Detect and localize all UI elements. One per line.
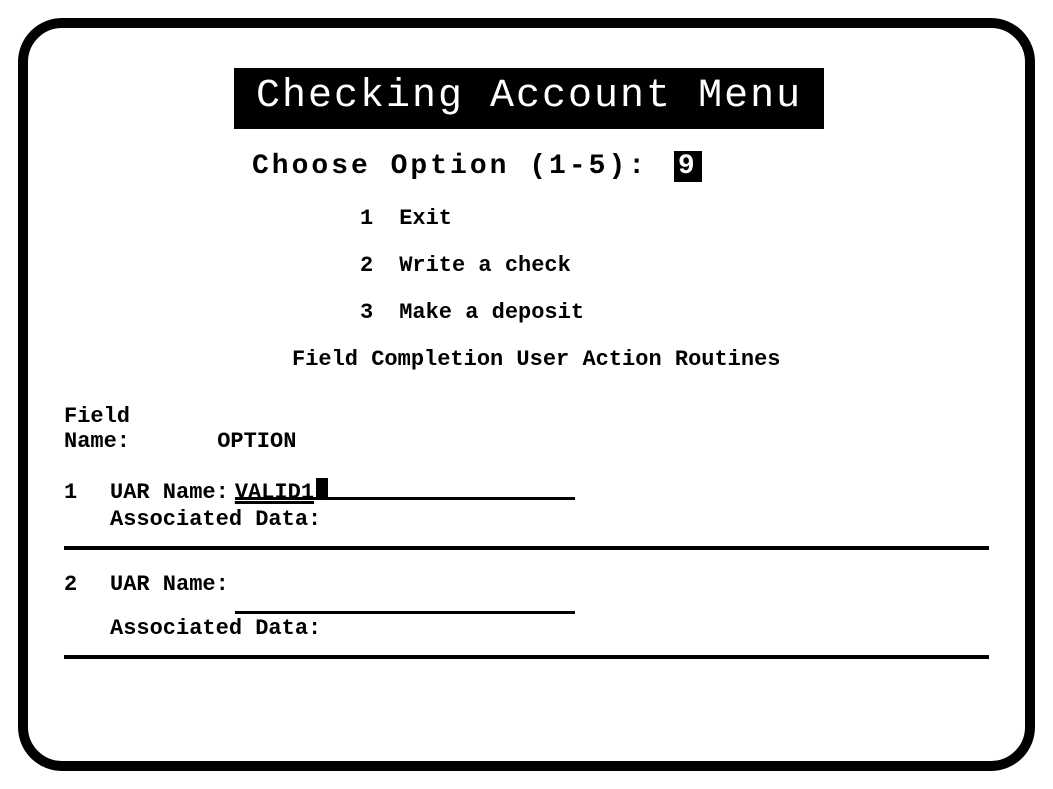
option-prompt-label: Choose Option (1-5): <box>252 151 648 182</box>
option-prompt: Choose Option (1-5): 9 <box>252 151 989 182</box>
option-input[interactable]: 9 <box>674 151 702 182</box>
menu-list: 1 Exit 2 Write a check 3 Make a deposit <box>360 206 989 325</box>
text-cursor-icon <box>316 478 328 500</box>
terminal-frame: Checking Account Menu Choose Option (1-5… <box>18 18 1035 771</box>
menu-item-number: 1 <box>360 206 386 231</box>
menu-item-label: Exit <box>399 206 452 231</box>
uar-name-input-1[interactable]: VALID1 <box>235 476 575 500</box>
uar-index: 2 <box>64 572 110 597</box>
uar-index: 1 <box>64 480 110 505</box>
divider <box>64 655 989 659</box>
field-name-row: Field Name: OPTION <box>64 404 989 454</box>
associated-data-label: Associated Data: <box>110 616 321 641</box>
menu-item-exit[interactable]: 1 Exit <box>360 206 989 231</box>
menu-item-make-deposit[interactable]: 3 Make a deposit <box>360 300 989 325</box>
uar-name-value: VALID1 <box>235 480 314 505</box>
field-name-value: OPTION <box>217 429 296 454</box>
menu-item-write-check[interactable]: 2 Write a check <box>360 253 989 278</box>
menu-item-number: 3 <box>360 300 386 325</box>
associated-data-label: Associated Data: <box>110 507 321 532</box>
menu-item-number: 2 <box>360 253 386 278</box>
section-title: Field Completion User Action Routines <box>292 347 989 372</box>
menu-item-label: Write a check <box>399 253 571 278</box>
menu-item-label: Make a deposit <box>399 300 584 325</box>
page-title: Checking Account Menu <box>234 68 824 129</box>
uar-block-1: 1 UAR Name: VALID1 Associated Data: <box>64 476 989 550</box>
uar-name-label: UAR Name: <box>110 572 229 597</box>
uar-name-input-2[interactable] <box>235 590 575 614</box>
uar-block-2: 2 UAR Name: Associated Data: <box>64 572 989 659</box>
field-name-label: Field Name: <box>64 404 204 454</box>
divider <box>64 546 989 550</box>
uar-name-label: UAR Name: <box>110 480 229 505</box>
